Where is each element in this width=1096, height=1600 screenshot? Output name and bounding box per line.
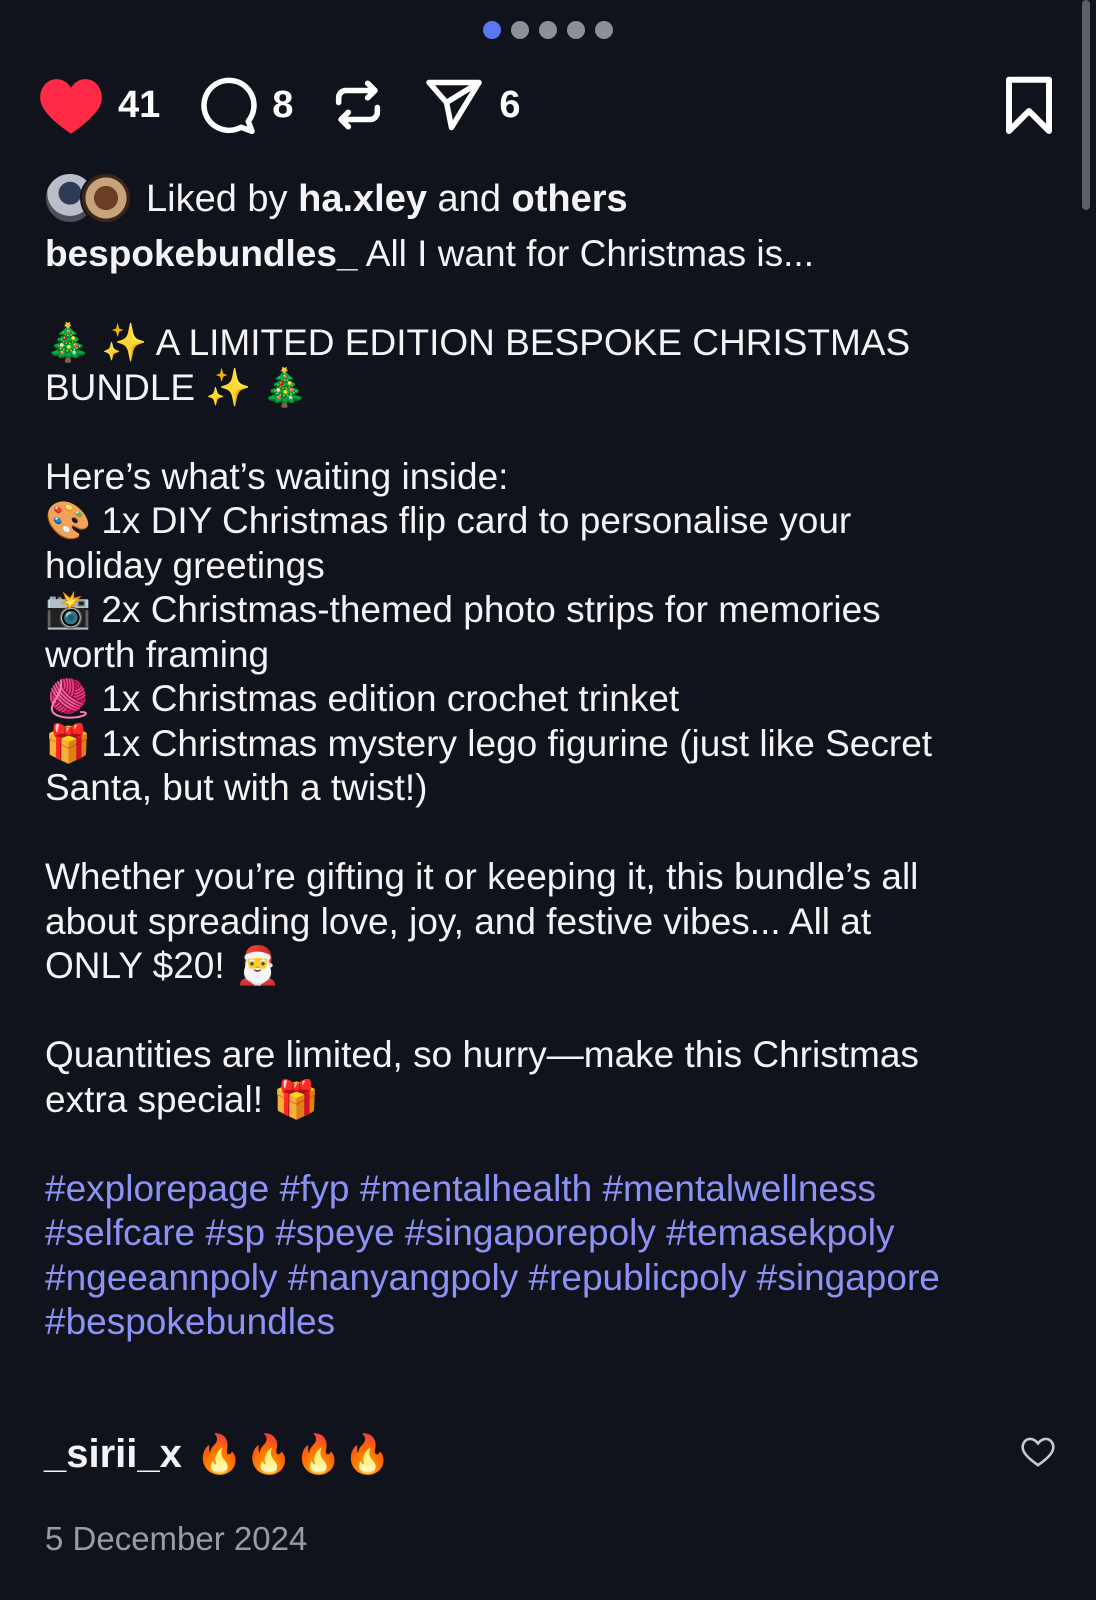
comment-row: _sirii_x 🔥🔥🔥🔥 (44, 1424, 1056, 1484)
comment-bubble-icon (196, 75, 258, 135)
liked-by-others[interactable]: others (512, 178, 628, 221)
action-bar: 41 8 6 (38, 72, 1056, 138)
liked-by-prefix: Liked by (146, 177, 288, 220)
carousel-dot (539, 21, 557, 39)
carousel-dot (511, 21, 529, 39)
carousel-indicator (0, 21, 1096, 39)
comment-like-icon[interactable] (1020, 1436, 1056, 1473)
like-button[interactable]: 41 (38, 75, 160, 135)
liker-avatars[interactable] (44, 172, 134, 226)
post-date: 5 December 2024 (45, 1520, 308, 1557)
bookmark-icon[interactable] (1002, 76, 1056, 141)
like-count: 41 (118, 83, 161, 126)
carousel-dot-active (483, 21, 501, 39)
comment-button[interactable]: 8 (196, 75, 293, 135)
liked-by-connector: and (437, 177, 501, 220)
liker-username[interactable]: ha.xley (298, 178, 427, 221)
comment-username[interactable]: _sirii_x (44, 1432, 182, 1477)
caption-hashtags[interactable]: #explorepage #fyp #mentalhealth #mentalw… (45, 1168, 940, 1343)
repost-button[interactable] (329, 75, 387, 135)
carousel-dot (595, 21, 613, 39)
repost-icon (329, 75, 387, 135)
heart-icon (38, 75, 104, 135)
caption-body: 🎄 ✨ A LIMITED EDITION BESPOKE CHRISTMAS … (45, 322, 933, 1120)
share-count: 6 (499, 83, 521, 126)
carousel-dot (567, 21, 585, 39)
caption-username[interactable]: bespokebundles_ (45, 233, 358, 274)
send-icon (423, 75, 485, 135)
caption-first-line: All I want for Christmas is... (357, 233, 814, 274)
caption: bespokebundles_ All I want for Christmas… (45, 232, 1055, 1345)
comment-text: 🔥🔥🔥🔥 (195, 1431, 394, 1476)
liked-by: Liked by ha.xley and others (44, 172, 628, 226)
comment-count: 8 (272, 83, 294, 126)
avatar (80, 172, 132, 224)
share-button[interactable]: 6 (423, 75, 521, 135)
